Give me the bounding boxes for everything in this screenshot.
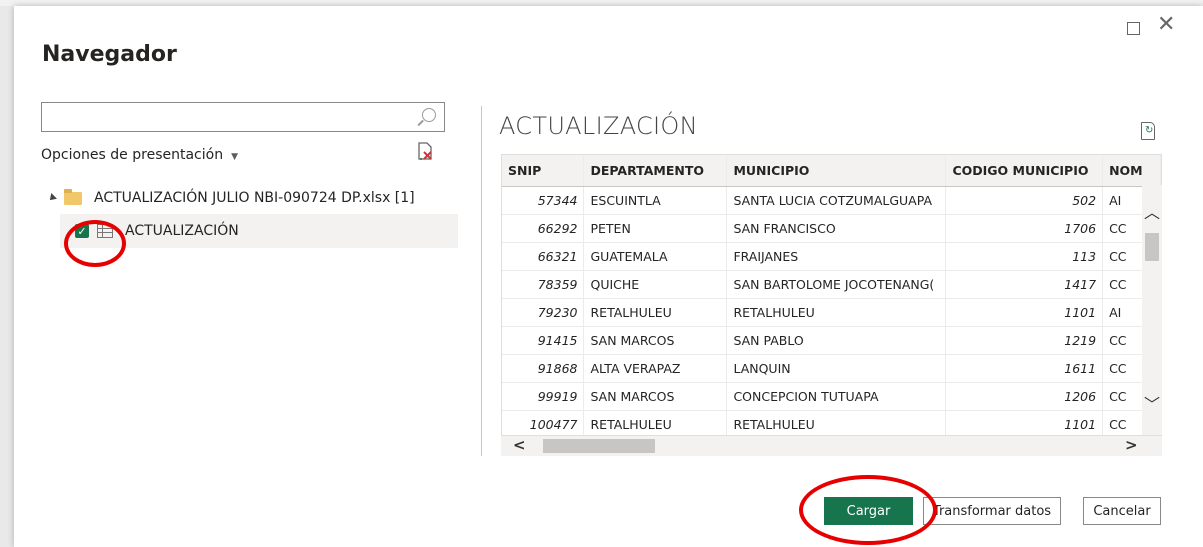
cell: 1101 — [945, 298, 1104, 327]
cell: 1611 — [945, 354, 1104, 383]
scroll-down-icon[interactable]: ﹀ — [1144, 391, 1160, 415]
cell: SAN PABLO — [726, 326, 947, 355]
chevron-down-icon: ▼ — [231, 152, 238, 162]
cell: 57344 — [502, 186, 585, 215]
cell: FRAIJANES — [726, 242, 947, 271]
workbook-label: ACTUALIZACIÓN JULIO NBI-090724 DP.xlsx [… — [94, 190, 415, 206]
cell: 1219 — [945, 326, 1104, 355]
table-row: 57344 ESCUINTLA SANTA LUCIA COTZUMALGUAPA 5… — [502, 186, 1161, 215]
column-header[interactable]: SNIP — [502, 155, 585, 187]
scroll-up-icon[interactable]: ︿ — [1144, 199, 1160, 223]
scroll-right-icon[interactable]: > — [1125, 436, 1138, 454]
load-button-highlight-circle — [799, 475, 937, 545]
cell: SAN MARCOS — [583, 382, 728, 411]
refresh-preview-icon[interactable] — [1141, 122, 1155, 140]
maximize-icon[interactable] — [1127, 22, 1140, 35]
cell: 1417 — [945, 270, 1104, 299]
cell: 1101 — [945, 410, 1104, 435]
column-header[interactable]: DEPARTAMENTO — [583, 155, 728, 187]
cell: GUATEMALA — [583, 242, 728, 271]
cell: QUICHE — [583, 270, 728, 299]
cell: 79230 — [502, 298, 585, 327]
cell: 78359 — [502, 270, 585, 299]
display-options-dropdown[interactable]: Opciones de presentación ▼ — [41, 147, 238, 163]
cell: 99919 — [502, 382, 585, 411]
background-left — [0, 0, 14, 547]
cell: ESCUINTLA — [583, 186, 728, 215]
scroll-left-icon[interactable]: < — [513, 436, 526, 454]
column-header[interactable]: NOM — [1102, 155, 1161, 187]
folder-icon — [64, 188, 82, 205]
panel-divider — [481, 106, 482, 456]
preview-table: SNIP DEPARTAMENTO MUNICIPIO CODIGO MUNIC… — [501, 154, 1162, 436]
cell: LANQUIN — [726, 354, 947, 383]
transform-data-button[interactable]: Transformar datos — [923, 497, 1061, 525]
table-row: 91868 ALTA VERAPAZ LANQUIN 1611 CC — [502, 354, 1161, 383]
table-row: 91415 SAN MARCOS SAN PABLO 1219 CC — [502, 326, 1161, 355]
cell: SANTA LUCIA COTZUMALGUAPA — [726, 186, 947, 215]
search-input[interactable] — [41, 102, 445, 132]
preview-title: ACTUALIZACIÓN — [499, 112, 698, 140]
dialog-title: Navegador — [42, 42, 177, 67]
cell: 66292 — [502, 214, 585, 243]
cell: CONCEPCION TUTUAPA — [726, 382, 947, 411]
cancel-button[interactable]: Cancelar — [1083, 497, 1161, 525]
cell: 502 — [945, 186, 1104, 215]
cell: SAN MARCOS — [583, 326, 728, 355]
sheet-label: ACTUALIZACIÓN — [125, 223, 239, 239]
cell: SAN FRANCISCO — [726, 214, 947, 243]
scroll-thumb[interactable] — [543, 439, 655, 453]
tree-item-workbook[interactable]: ACTUALIZACIÓN JULIO NBI-090724 DP.xlsx [… — [47, 188, 415, 206]
cell: 113 — [945, 242, 1104, 271]
table-row: 79230 RETALHULEU RETALHULEU 1101 AI — [502, 298, 1161, 327]
table-row: 66321 GUATEMALA FRAIJANES 113 CC — [502, 242, 1161, 271]
search-icon[interactable] — [422, 108, 436, 122]
column-header[interactable]: MUNICIPIO — [726, 155, 947, 187]
cell: 91868 — [502, 354, 585, 383]
cell: RETALHULEU — [583, 298, 728, 327]
refresh-icon[interactable] — [418, 142, 432, 160]
vertical-scrollbar[interactable]: ︿ ﹀ — [1142, 185, 1162, 435]
table-row: 66292 PETEN SAN FRANCISCO 1706 CC — [502, 214, 1161, 243]
expand-icon[interactable] — [47, 193, 57, 203]
cell: 91415 — [502, 326, 585, 355]
cell: RETALHULEU — [726, 410, 947, 435]
horizontal-scrollbar[interactable]: < > — [501, 436, 1162, 456]
cell: SAN BARTOLOME JOCOTENANG( — [726, 270, 947, 299]
scroll-thumb[interactable] — [1145, 233, 1159, 261]
cell: 1706 — [945, 214, 1104, 243]
column-header[interactable]: CODIGO MUNICIPIO — [945, 155, 1104, 187]
table-row: 78359 QUICHE SAN BARTOLOME JOCOTENANG(1417… — [502, 270, 1161, 299]
table-row: 100477 RETALHULEU RETALHULEU 1101 CC — [502, 410, 1161, 435]
cell: ALTA VERAPAZ — [583, 354, 728, 383]
table-header-row: SNIP DEPARTAMENTO MUNICIPIO CODIGO MUNIC… — [502, 155, 1161, 187]
cell: 66321 — [502, 242, 585, 271]
cell: 100477 — [502, 410, 585, 435]
cell: RETALHULEU — [583, 410, 728, 435]
display-options-label: Opciones de presentación — [41, 147, 224, 163]
checkbox-highlight-circle — [64, 220, 126, 267]
table-row: 99919 SAN MARCOS CONCEPCION TUTUAPA 1206 CC — [502, 382, 1161, 411]
cell: PETEN — [583, 214, 728, 243]
cell: 1206 — [945, 382, 1104, 411]
cell: RETALHULEU — [726, 298, 947, 327]
close-icon[interactable]: ✕ — [1157, 12, 1175, 37]
